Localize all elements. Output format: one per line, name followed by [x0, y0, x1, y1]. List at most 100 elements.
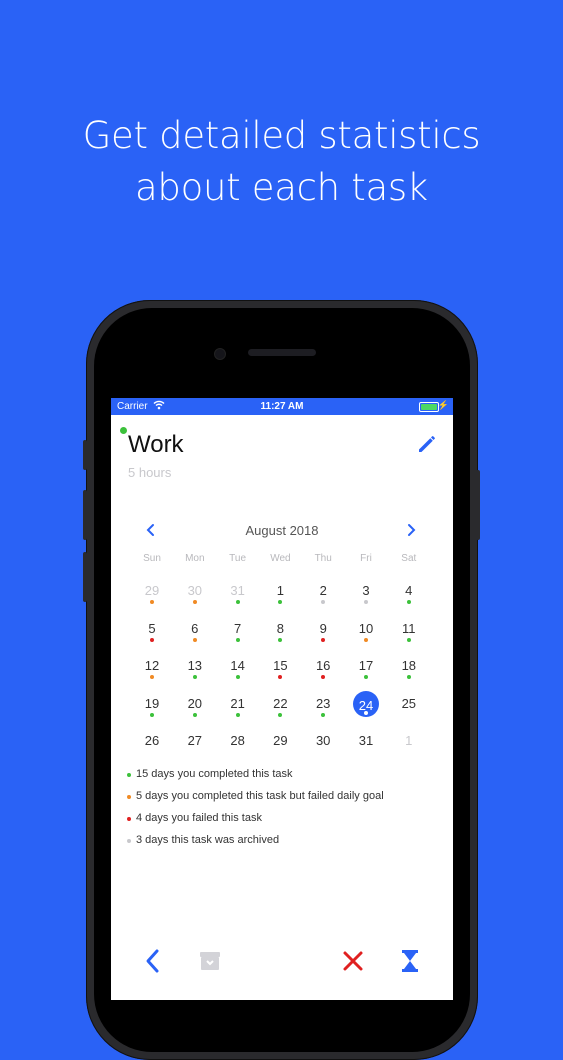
fail-button[interactable] [338, 946, 368, 976]
calendar-day[interactable]: 30 [174, 573, 216, 607]
calendar-day[interactable]: 30 [302, 723, 344, 757]
day-status-dot [192, 712, 197, 717]
legend-dot [127, 773, 131, 777]
day-number: 14 [230, 658, 245, 673]
day-status-dot [192, 600, 197, 604]
day-number: 30 [315, 733, 331, 748]
day-number: 31 [358, 733, 374, 748]
calendar-day[interactable]: 31 [345, 723, 387, 757]
calendar-day[interactable]: 17 [345, 648, 387, 682]
close-icon [343, 951, 363, 971]
charging-icon: ⚡ [437, 400, 449, 410]
calendar-day[interactable]: 10 [345, 611, 387, 645]
day-status-dot [406, 637, 411, 642]
day-status-dot [150, 675, 154, 679]
calendar-day[interactable]: 6 [174, 611, 216, 645]
day-number: 9 [319, 620, 327, 636]
promo-line-1: Get detailed statistics [82, 114, 481, 157]
task-title: Work [128, 431, 184, 458]
calendar-day[interactable]: 15 [259, 648, 301, 682]
day-status-dot [150, 712, 154, 717]
day-status-dot [364, 675, 368, 679]
day-number: 23 [315, 695, 331, 711]
day-status-dot [235, 600, 240, 604]
day-status-dot [150, 637, 154, 642]
day-number: 1 [405, 733, 413, 748]
weekday-label: Fri [360, 553, 372, 564]
calendar-day[interactable]: 9 [302, 611, 344, 645]
calendar-day[interactable]: 13 [174, 648, 216, 682]
day-number: 3 [362, 583, 370, 598]
calendar-day[interactable]: 20 [174, 686, 216, 720]
day-number: 10 [358, 620, 374, 636]
edit-icon[interactable] [415, 432, 439, 456]
calendar-day-today[interactable]: 24 [345, 686, 387, 720]
weekday-label: Thu [314, 553, 332, 564]
day-status-dot [364, 637, 368, 642]
day-number: 30 [187, 583, 203, 598]
day-number: 22 [273, 695, 288, 711]
calendar-day[interactable]: 29 [131, 573, 173, 607]
day-number: 11 [402, 620, 416, 636]
battery-icon [419, 402, 439, 412]
back-button[interactable] [138, 946, 168, 976]
legend-dot [127, 817, 131, 821]
next-month-button[interactable] [401, 520, 421, 540]
calendar-day[interactable]: 27 [174, 723, 216, 757]
task-duration: 5 hours [128, 465, 172, 480]
day-number: 21 [230, 695, 245, 711]
calendar-day[interactable]: 1 [259, 573, 301, 607]
calendar-day[interactable]: 14 [217, 648, 259, 682]
weekday-label: Tue [229, 553, 247, 564]
calendar-day[interactable]: 28 [217, 723, 259, 757]
calendar-day[interactable]: 4 [388, 573, 430, 607]
calendar-day[interactable]: 18 [388, 648, 430, 682]
calendar-day[interactable]: 26 [131, 723, 173, 757]
day-number: 26 [144, 733, 160, 748]
calendar-day[interactable]: 21 [217, 686, 259, 720]
calendar-day[interactable]: 31 [217, 573, 259, 607]
day-number: 2 [319, 583, 327, 598]
calendar-day[interactable]: 12 [131, 648, 173, 682]
day-status-dot [278, 637, 283, 642]
calendar-day[interactable]: 16 [302, 648, 344, 682]
day-status-dot [235, 675, 240, 679]
weekday-label: Sun [143, 553, 161, 564]
day-number: 1 [276, 583, 284, 598]
calendar-day[interactable]: 25 [388, 686, 430, 720]
day-status-dot [406, 600, 411, 604]
calendar-day[interactable]: 8 [259, 611, 301, 645]
task-status-dot [120, 427, 127, 434]
hourglass-icon [402, 950, 418, 972]
weekday-label: Wed [270, 553, 291, 564]
day-number: 5 [148, 620, 156, 636]
calendar-day[interactable]: 3 [345, 573, 387, 607]
front-camera [214, 348, 226, 360]
calendar-day[interactable]: 19 [131, 686, 173, 720]
day-number: 20 [187, 695, 203, 711]
legend-text: 4 days you failed this task [136, 812, 262, 824]
day-status-dot [321, 600, 326, 604]
day-number: 6 [191, 620, 199, 636]
clock: 11:27 AM [260, 401, 304, 412]
day-status-dot [321, 637, 326, 642]
day-status-dot [192, 637, 197, 642]
calendar-day[interactable]: 11 [388, 611, 430, 645]
day-number: 13 [187, 658, 203, 673]
calendar-day[interactable]: 23 [302, 686, 344, 720]
calendar-day[interactable]: 22 [259, 686, 301, 720]
calendar-day[interactable]: 2 [302, 573, 344, 607]
day-status-dot [278, 675, 283, 679]
timer-button[interactable] [395, 946, 425, 976]
day-status-dot [364, 600, 368, 604]
calendar-day[interactable]: 5 [131, 611, 173, 645]
calendar-day[interactable]: 1 [388, 723, 430, 757]
day-status-dot [150, 600, 154, 604]
day-status-dot [192, 675, 197, 679]
day-number: 29 [273, 733, 288, 748]
archive-button[interactable] [195, 946, 225, 976]
calendar-day[interactable]: 7 [217, 611, 259, 645]
app-screen: Carrier 11:27 AM ⚡ Work 5 hours August 2… [111, 398, 453, 1000]
calendar-day[interactable]: 29 [259, 723, 301, 757]
day-status-dot [321, 675, 326, 679]
